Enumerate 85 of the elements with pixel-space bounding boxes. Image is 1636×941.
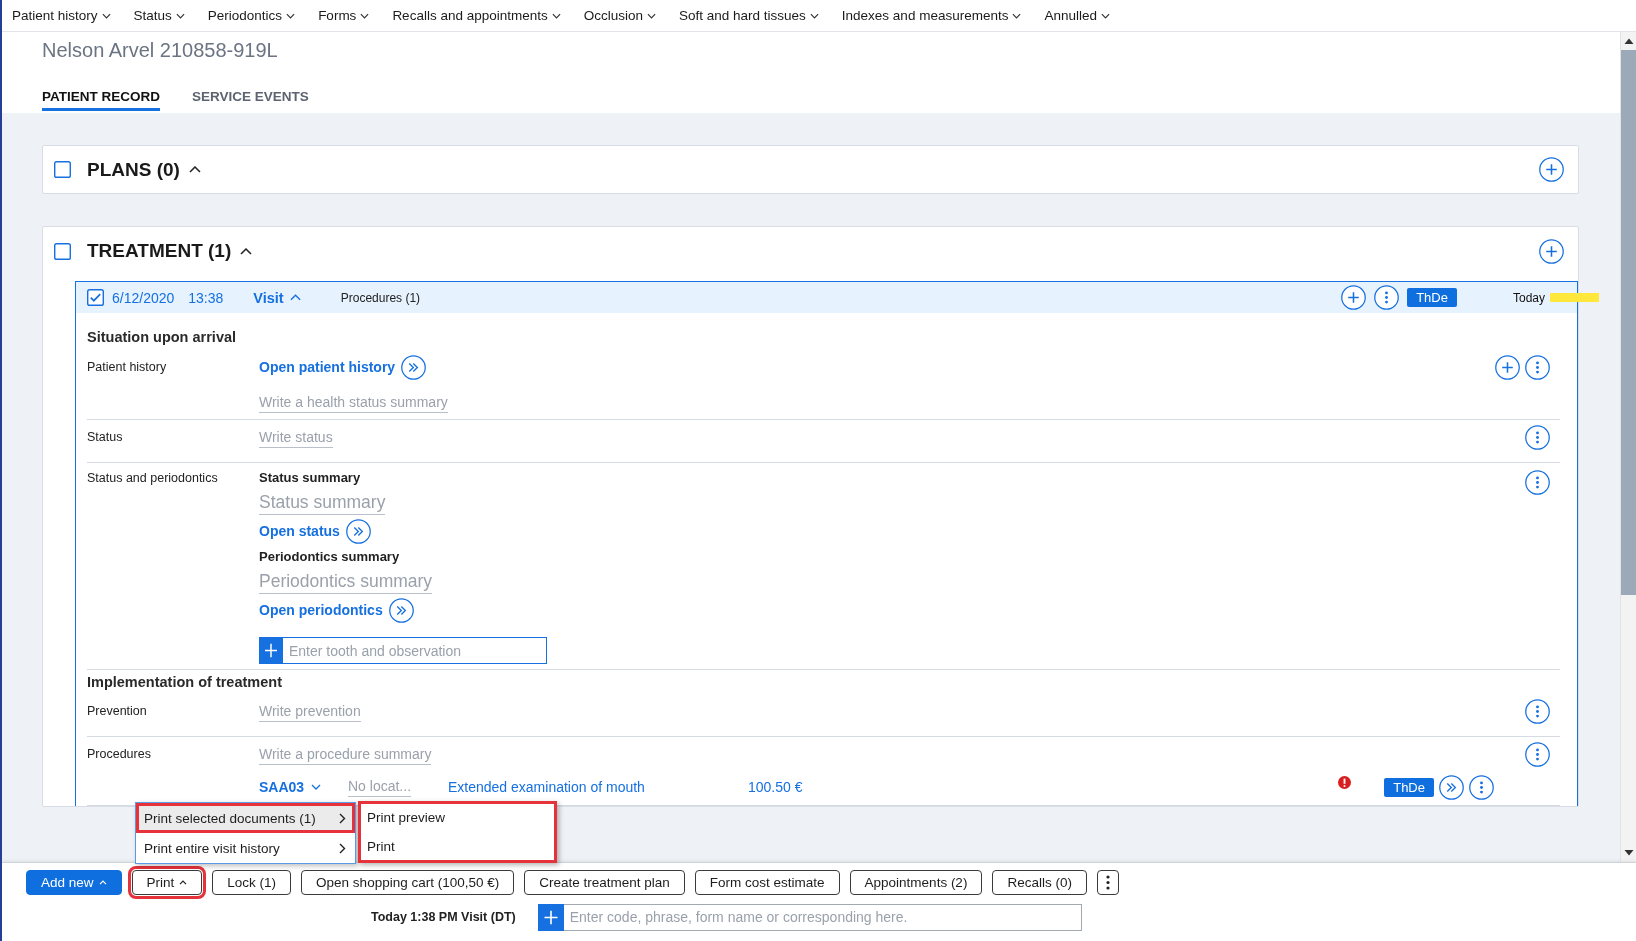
row-label: Status — [87, 429, 123, 446]
menu-item[interactable]: Print selected documents (1) — [136, 803, 355, 833]
menu-item[interactable]: Recalls and appointments — [392, 3, 561, 28]
checkbox[interactable] — [87, 289, 104, 306]
tab[interactable]: SERVICE EVENTS — [192, 88, 309, 111]
menu-item[interactable]: Occlusion — [583, 3, 656, 28]
chevron-down-icon — [647, 12, 656, 19]
toolbar-button[interactable]: Lock (1) — [212, 870, 292, 895]
checkbox[interactable] — [54, 242, 71, 260]
chevron-down-icon — [101, 12, 111, 19]
chevron-right-icon — [339, 842, 346, 854]
patient-name: Nelson Arvel 210858-919L — [42, 38, 278, 62]
initials-badge: ThDe — [1407, 288, 1457, 307]
chevron-down-icon — [551, 12, 561, 19]
vertical-scrollbar[interactable] — [1620, 32, 1636, 862]
procedure-link[interactable]: Extended examination of mouth — [448, 779, 645, 795]
command-input[interactable]: Enter code, phrase, form name or corresponding here. — [563, 903, 1082, 931]
toolbar-button[interactable]: Open shopping cart (100,50 €) — [301, 870, 515, 895]
toolbar-button[interactable]: Form cost estimate — [694, 870, 840, 895]
row-label: Patient history — [87, 359, 167, 376]
menu-item[interactable]: Periodontics — [207, 3, 296, 28]
menu-item[interactable]: Patient history — [12, 3, 111, 28]
menu-item[interactable]: Soft and hard tissues — [679, 3, 819, 28]
initials-badge: ThDe — [1384, 777, 1434, 797]
tab[interactable]: PATIENT RECORD — [42, 88, 160, 111]
plus-circle-icon[interactable] — [1341, 285, 1367, 310]
group-heading: Situation upon arrival — [87, 328, 237, 347]
toolbar-button[interactable]: Appointments (2) — [849, 870, 983, 895]
visit-time: 13:38 — [188, 289, 224, 306]
row-label: Procedures — [87, 746, 151, 763]
procedure-count: Procedures (1) — [340, 290, 421, 305]
chevron-down-icon — [175, 12, 185, 19]
section-title: PLANS (0) — [87, 158, 180, 181]
toolbar-button[interactable]: Create treatment plan — [524, 870, 685, 895]
chevron-down-icon — [311, 784, 322, 790]
menu-item[interactable]: Forms — [318, 3, 370, 28]
chevron-down-icon — [1012, 12, 1022, 19]
day-label: Today — [1512, 290, 1545, 305]
chevron-down-icon — [360, 12, 370, 19]
observation-input[interactable]: Enter tooth and observation — [283, 637, 547, 664]
scrollbar-thumb[interactable] — [1621, 50, 1636, 595]
link[interactable]: Open patient history — [259, 359, 396, 375]
visit-date: 6/12/2020 — [112, 289, 175, 306]
menu-item[interactable]: Print preview — [359, 803, 556, 832]
visit-toggle[interactable]: Visit — [253, 289, 301, 306]
menu-item[interactable]: Indexes and measurements — [841, 3, 1022, 28]
plus-icon[interactable] — [537, 903, 564, 931]
menu-item[interactable]: Status — [133, 3, 185, 28]
primary-button[interactable]: Add new — [26, 870, 122, 895]
more-icon[interactable] — [1525, 698, 1550, 724]
more-icon[interactable] — [1525, 470, 1550, 495]
more-icon[interactable] — [1525, 354, 1550, 380]
more-icon[interactable] — [1374, 285, 1400, 310]
chevron-down-icon — [1101, 12, 1110, 19]
subheading: Status summary — [259, 470, 361, 485]
chevron-down-icon — [809, 12, 819, 19]
group-heading: Implementation of treatment — [87, 673, 282, 692]
more-icon[interactable] — [1469, 774, 1494, 800]
link[interactable]: Open status — [259, 523, 340, 539]
plus-circle-icon[interactable] — [1539, 157, 1564, 182]
double-chevron-circle-icon[interactable] — [345, 518, 371, 544]
menu-item[interactable]: Print — [359, 832, 556, 861]
more-icon[interactable] — [1525, 741, 1550, 767]
double-chevron-circle-icon[interactable] — [1439, 774, 1464, 800]
plus-icon[interactable] — [259, 637, 283, 664]
checkbox[interactable] — [54, 161, 71, 178]
menu-item[interactable]: Annulled — [1044, 3, 1110, 28]
double-chevron-circle-icon[interactable] — [388, 597, 414, 623]
double-chevron-circle-icon[interactable] — [401, 354, 427, 380]
chevron-down-icon — [286, 12, 296, 19]
menu-item[interactable]: Print entire visit history — [136, 833, 355, 863]
chevron-right-icon — [339, 812, 346, 824]
section-title: TREATMENT (1) — [87, 240, 232, 262]
visit-summary-text: Today 1:38 PM Visit (DT) — [371, 910, 516, 924]
subheading: Periodontics summary — [259, 549, 400, 564]
more-icon[interactable] — [1525, 424, 1550, 450]
procedure-code-dropdown[interactable]: SAA03 — [259, 779, 322, 795]
more-options-button[interactable] — [1096, 870, 1119, 895]
link[interactable]: Open periodontics — [259, 602, 383, 618]
row-label: Prevention — [87, 703, 147, 720]
toolbar-button[interactable]: Recalls (0) — [992, 870, 1087, 895]
plus-circle-icon[interactable] — [1495, 354, 1520, 380]
plus-circle-icon[interactable] — [1539, 238, 1564, 264]
procedure-price: 100.50 € — [748, 779, 803, 795]
row-label: Status and periodontics — [87, 470, 218, 487]
